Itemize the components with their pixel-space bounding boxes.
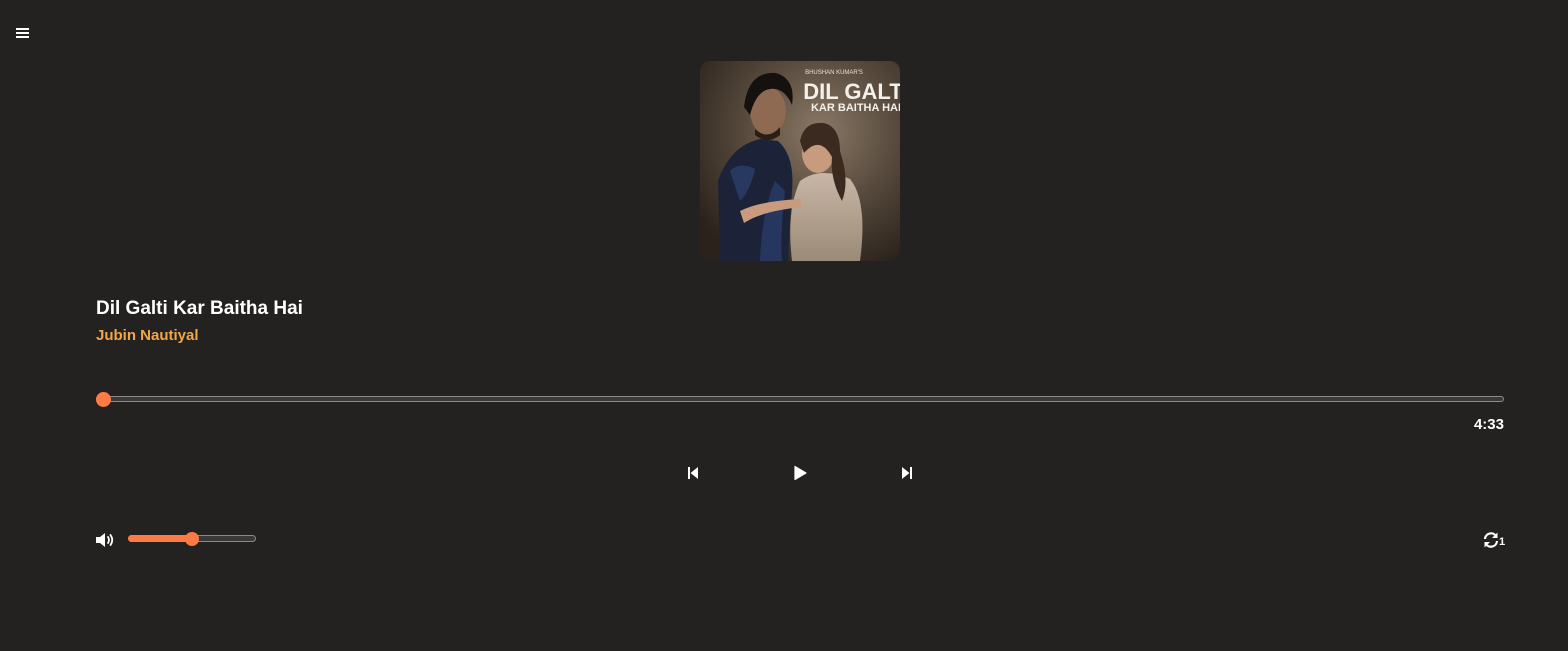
play-button[interactable] [790, 463, 810, 483]
track-duration: 4:33 [1473, 416, 1504, 433]
artist-name: Jubin Nautiyal [96, 327, 199, 344]
volume-thumb[interactable] [185, 532, 199, 546]
music-player: BHUSHAN KUMAR'S DIL GALTI KAR BAITHA HAI… [0, 0, 1568, 651]
repeat-mode-label: 1 [1499, 536, 1506, 548]
skip-next-icon [902, 467, 912, 479]
progress-slider[interactable] [96, 392, 1504, 408]
repeat-button[interactable]: 1 [1482, 531, 1506, 551]
skip-previous-icon [688, 467, 698, 479]
volume-slider[interactable] [128, 531, 256, 547]
cover-label-sub: KAR BAITHA HAI [811, 102, 900, 114]
cover-label-top: BHUSHAN KUMAR'S [805, 70, 863, 76]
repeat-icon [1483, 532, 1499, 548]
next-button[interactable] [897, 463, 917, 483]
mute-button[interactable] [95, 531, 117, 549]
progress-thumb[interactable] [96, 392, 111, 407]
cover-label-main: DIL GALTI [803, 79, 900, 104]
play-icon [794, 465, 807, 481]
song-title: Dil Galti Kar Baitha Hai [96, 298, 303, 319]
previous-button[interactable] [683, 463, 703, 483]
album-cover: BHUSHAN KUMAR'S DIL GALTI KAR BAITHA HAI [700, 61, 900, 261]
hamburger-menu-icon[interactable] [14, 24, 32, 42]
progress-track [96, 396, 1504, 402]
volume-high-icon [96, 533, 114, 547]
volume-fill [128, 535, 192, 542]
